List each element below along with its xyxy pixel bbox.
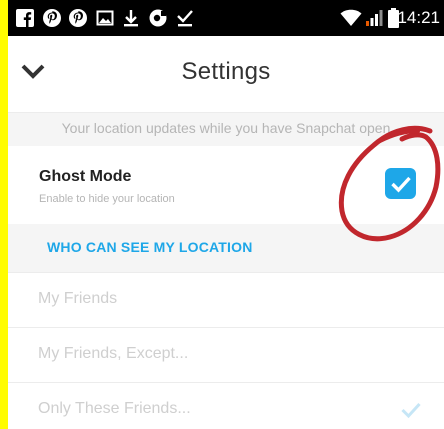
settings-header: Settings <box>8 36 444 113</box>
option-label: My Friends, Except... <box>38 345 189 362</box>
download-icon <box>120 0 142 36</box>
option-only-these-friends[interactable]: Only These Friends... <box>8 383 444 429</box>
status-time: 14:21 <box>397 8 440 27</box>
option-label: Only These Friends... <box>38 400 191 417</box>
ghost-mode-checkbox[interactable] <box>385 168 416 199</box>
section-header: WHO CAN SEE MY LOCATION <box>8 224 444 273</box>
image-icon <box>94 0 116 36</box>
ghost-mode-subtitle: Enable to hide your location <box>39 193 175 205</box>
option-my-friends[interactable]: My Friends <box>8 273 444 328</box>
section-label: WHO CAN SEE MY LOCATION <box>47 239 253 255</box>
signal-icon <box>364 0 384 36</box>
ghost-mode-title: Ghost Mode <box>39 168 132 185</box>
settings-screen: 14:21 Settings Your location updates whi… <box>8 0 444 429</box>
option-label: My Friends <box>38 290 118 307</box>
option-my-friends-except[interactable]: My Friends, Except... <box>8 328 444 383</box>
status-bar: 14:21 <box>8 0 444 36</box>
checkmark-icon <box>390 176 411 192</box>
wifi-icon <box>340 0 362 36</box>
pinterest-icon <box>40 0 64 36</box>
checkmark-icon <box>400 401 422 419</box>
app-icon <box>146 0 170 36</box>
page-title: Settings <box>181 58 271 85</box>
ghost-mode-row[interactable]: Ghost Mode Enable to hide your location <box>8 146 444 224</box>
location-notice: Your location updates while you have Sna… <box>8 113 444 146</box>
download-done-icon <box>174 0 196 36</box>
facebook-icon <box>14 0 36 36</box>
pinterest-icon <box>66 0 90 36</box>
